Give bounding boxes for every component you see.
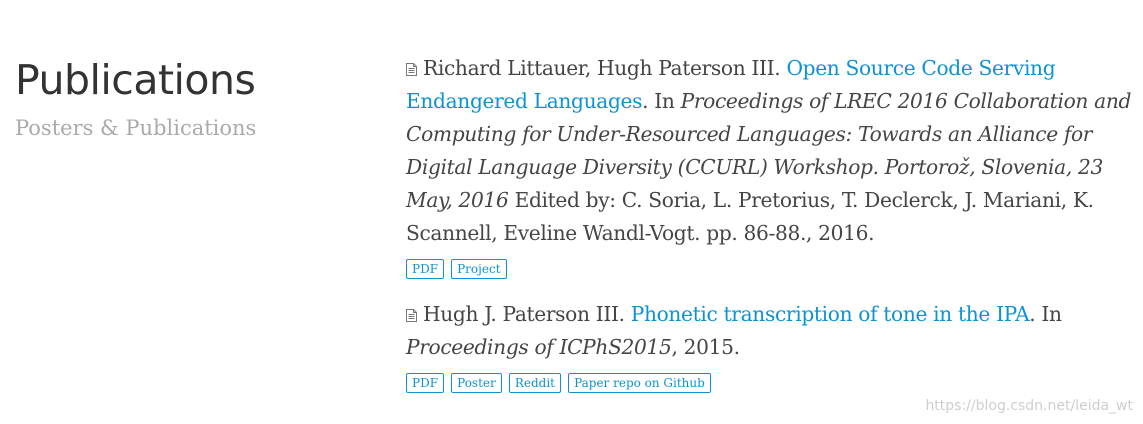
publication-list: Richard Littauer, Hugh Paterson III. Ope… [406, 52, 1143, 412]
publication-in: . In [642, 89, 681, 113]
publication-venue: Proceedings of ICPhS2015 [406, 335, 672, 359]
page-title: Publications [15, 56, 256, 104]
publication-details: , 2015. [671, 335, 741, 359]
publication-details: Edited by: C. Soria, L. Pretorius, T. De… [406, 188, 1094, 245]
reddit-button[interactable]: Reddit [508, 373, 561, 393]
github-repo-button[interactable]: Paper repo on Github [568, 373, 711, 393]
page-subtitle: Posters & Publications [15, 116, 257, 140]
publication-links: PDF Project [406, 256, 1143, 279]
publication-item: Richard Littauer, Hugh Paterson III. Ope… [406, 52, 1143, 279]
watermark: https://blog.csdn.net/leida_wt [925, 398, 1133, 414]
pdf-button[interactable]: PDF [406, 373, 445, 393]
publication-authors: Richard Littauer, Hugh Paterson III. [423, 56, 787, 80]
page-header: Publications Posters & Publications [15, 52, 385, 142]
publication-item: Hugh J. Paterson III. Phonetic transcrip… [406, 298, 1143, 393]
publication-authors: Hugh J. Paterson III. [423, 302, 631, 326]
publication-links: PDF Poster Reddit Paper repo on Github [406, 370, 1143, 393]
poster-button[interactable]: Poster [451, 373, 502, 393]
publication-in: . In [1029, 302, 1062, 326]
document-icon [406, 299, 417, 322]
document-icon [406, 53, 417, 76]
project-button[interactable]: Project [451, 259, 507, 279]
publication-title-link[interactable]: Phonetic transcription of tone in the IP… [631, 302, 1030, 326]
pdf-button[interactable]: PDF [406, 259, 445, 279]
